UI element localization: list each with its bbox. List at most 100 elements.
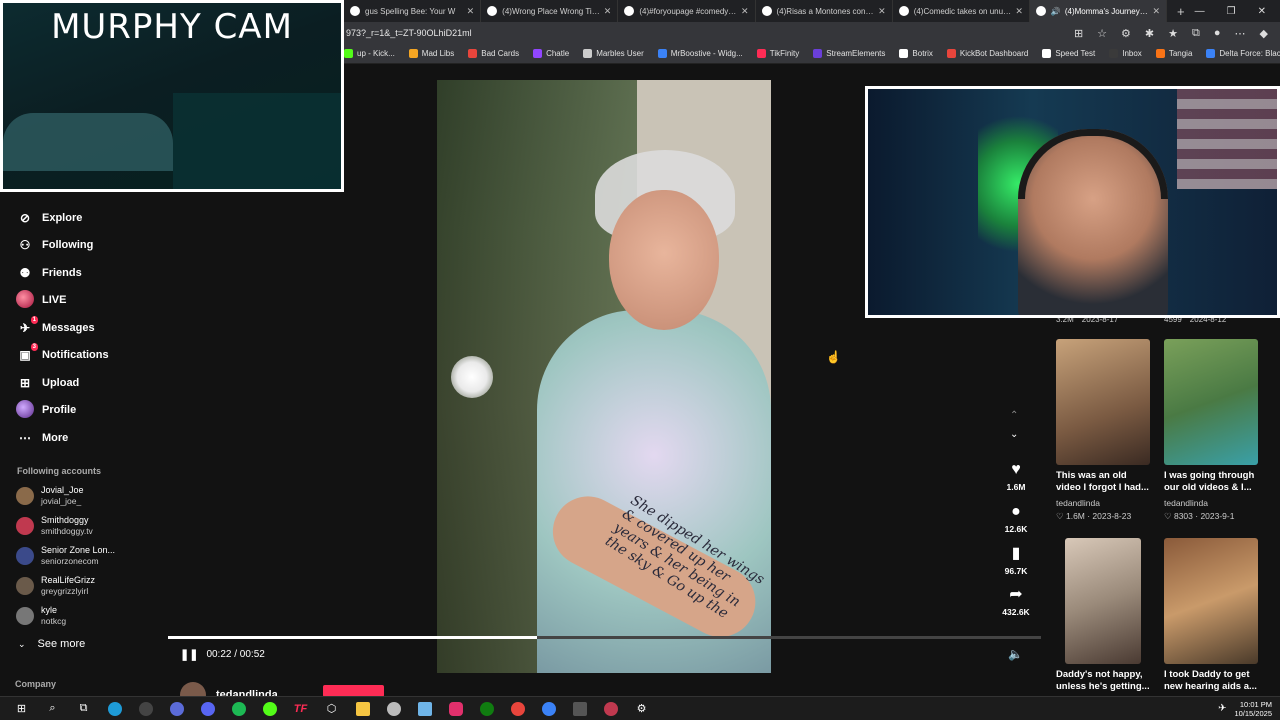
share-button[interactable]: ➦ 432.6K [992, 587, 1040, 618]
close-icon[interactable]: ✕ [1152, 6, 1160, 17]
sidebar-item-notifications[interactable]: ▣ 3 Notifications [16, 342, 109, 370]
windows-taskbar: ⊞ ⌕ ⧉ TF ⬡ ⚙ ✈ 10:01 PM 10/15/2025 [0, 696, 1280, 720]
browser-tab[interactable]: (4)Wrong Place Wrong Time: A✕ [481, 0, 619, 22]
sidebar-item-more[interactable]: ⋯ More [16, 424, 109, 452]
sidebar-item-explore[interactable]: ⊘ Explore [16, 204, 109, 232]
instagram-icon[interactable] [446, 700, 466, 718]
bookmark-favicon-icon [583, 49, 593, 58]
copilot-icon[interactable]: ◆ [1260, 27, 1268, 40]
video-player[interactable]: She dipped her wings & covered up her ye… [437, 80, 771, 673]
close-icon[interactable]: ✕ [741, 6, 749, 17]
stream-deck-icon[interactable] [601, 700, 621, 718]
clock[interactable]: 10:01 PM 10/15/2025 [1234, 700, 1272, 718]
video-controls: ❚❚ 00:22 / 00:52 [180, 648, 265, 661]
messages-icon: ✈ 1 [19, 315, 38, 335]
sidebar-item-profile[interactable]: Profile [16, 397, 109, 425]
following-account[interactable]: Senior Zone Lon... seniorzonecom [16, 545, 115, 567]
close-icon[interactable]: ✕ [467, 6, 475, 17]
bookmark-item[interactable]: Inbox [1109, 49, 1142, 58]
bookmark-item[interactable]: Marbles User [583, 49, 644, 58]
bookmark-item[interactable]: Delta Force: Black Si... [1206, 49, 1280, 58]
record-icon[interactable] [508, 700, 528, 718]
kick-icon[interactable] [260, 700, 280, 718]
collections-icon[interactable]: ⧉ [1192, 27, 1200, 40]
minimize-icon[interactable]: — [1195, 6, 1205, 17]
edge-icon[interactable] [105, 700, 125, 718]
dandelion-image [451, 356, 493, 398]
profile-avatar-icon[interactable]: ● [1214, 27, 1221, 40]
see-more-button[interactable]: ⌄ See more [18, 638, 85, 650]
puzzle-icon[interactable]: ✱ [1145, 27, 1154, 40]
bookmark-item[interactable]: Bad Cards [468, 49, 519, 58]
install-app-icon[interactable]: ⊞ [1074, 27, 1083, 40]
search-icon[interactable]: ⌕ [43, 700, 63, 718]
task-view-icon[interactable]: ⧉ [74, 700, 94, 718]
chevron-down-icon: ⌄ [18, 638, 26, 649]
browser-tab-active[interactable]: 🔊 (4)Momma's Journey Aft ✕ [1029, 0, 1168, 22]
sidebar-item-friends[interactable]: ⚉ Friends [16, 259, 109, 287]
chevron-up-icon[interactable]: ⌃ [1010, 410, 1018, 421]
company-link[interactable]: Company [15, 679, 56, 689]
extension-icon[interactable]: ⚙ [1121, 27, 1131, 40]
close-icon[interactable]: ✕ [878, 6, 886, 17]
following-account[interactable]: Jovial_Joe jovial_joe_ [16, 485, 84, 507]
capture-icon[interactable] [570, 700, 590, 718]
bookmark-item[interactable]: StreamElements [813, 49, 885, 58]
browser-tab[interactable]: gus Spelling Bee: Your W ✕ [344, 0, 482, 22]
discord-icon[interactable] [198, 700, 218, 718]
restore-icon[interactable]: ❐ [1227, 6, 1236, 17]
sidebar-item-live[interactable]: LIVE [16, 287, 109, 315]
app-icon[interactable]: ⬡ [322, 700, 342, 718]
pause-icon[interactable]: ❚❚ [180, 648, 198, 661]
bookmark-item[interactable]: Mad Libs [408, 49, 454, 58]
sidebar-item-upload[interactable]: ⊞ Upload [16, 369, 109, 397]
video-progress-bar[interactable] [168, 636, 1041, 639]
terminal-icon[interactable] [167, 700, 187, 718]
bookmark-item[interactable]: Botrix [899, 49, 933, 58]
windows-start-icon[interactable]: ⊞ [12, 700, 32, 718]
browser-tab[interactable]: (4)Risas a Montones con Joe S✕ [756, 0, 893, 22]
browser-tab[interactable]: (4)Comedic takes on unusual c✕ [893, 0, 1030, 22]
file-explorer-icon[interactable] [353, 700, 373, 718]
bookmark-item[interactable]: Speed Test [1042, 49, 1095, 58]
chevron-down-icon[interactable]: ⌄ [1010, 429, 1018, 440]
recommended-video[interactable]: Daddy's not happy, unless he's getting..… [1056, 538, 1159, 693]
bookmark-item[interactable]: MrBoostive - Widg... [657, 49, 743, 58]
bookmark-item[interactable]: KickBot Dashboard [946, 49, 1028, 58]
bookmark-item[interactable]: Tangia [1155, 49, 1192, 58]
browser-tab[interactable]: (4)#foryoupage #comedy | pe ✕ [618, 0, 756, 22]
bookmark-item[interactable]: Chatle [533, 49, 569, 58]
obs-icon[interactable] [136, 700, 156, 718]
recommended-video[interactable]: I was going through our old videos & I..… [1164, 339, 1258, 522]
sidebar-item-following[interactable]: ⚇ Following [16, 232, 109, 260]
following-account[interactable]: kyle notkcg [16, 605, 66, 627]
bookmark-item[interactable]: up - Kick... [344, 49, 395, 58]
recommended-video[interactable]: This was an old video I forgot I had... … [1056, 339, 1150, 522]
tikfinity-icon[interactable]: TF [291, 700, 311, 718]
comment-button[interactable]: ● 12.6K [992, 504, 1040, 535]
network-icon[interactable]: ✈ [1218, 703, 1226, 714]
bookmark-star-icon[interactable]: ☆ [1097, 27, 1107, 40]
floor [173, 93, 341, 189]
chatgpt-icon[interactable] [384, 700, 404, 718]
sidebar-item-messages[interactable]: ✈ 1 Messages [16, 314, 109, 342]
close-window-icon[interactable]: ✕ [1258, 6, 1266, 17]
close-icon[interactable]: ✕ [1015, 6, 1023, 17]
favorites-icon[interactable]: ★ [1168, 27, 1178, 40]
bookmark-favicon-icon [813, 49, 823, 58]
xbox-icon[interactable] [477, 700, 497, 718]
bookmark-button[interactable]: ▮ 96.7K [992, 546, 1040, 577]
new-tab-button[interactable]: + [1167, 4, 1195, 19]
streamelements-icon[interactable] [539, 700, 559, 718]
settings-gear-icon[interactable]: ⚙ [632, 700, 652, 718]
following-account[interactable]: Smithdoggy smithdoggy.tv [16, 515, 93, 537]
menu-dots-icon[interactable]: ⋯ [1235, 27, 1246, 40]
following-account[interactable]: RealLifeGrizz greygrizzlyirl [16, 575, 95, 597]
recommended-video[interactable]: I took Daddy to get new hearing aids a..… [1164, 538, 1258, 693]
like-button[interactable]: ♥ 1.6M [992, 462, 1040, 493]
notepad-icon[interactable] [415, 700, 435, 718]
bookmark-item[interactable]: TikFinity [756, 49, 799, 58]
spotify-icon[interactable] [229, 700, 249, 718]
volume-icon[interactable]: 🔈 [1008, 647, 1023, 661]
close-icon[interactable]: ✕ [604, 6, 612, 17]
